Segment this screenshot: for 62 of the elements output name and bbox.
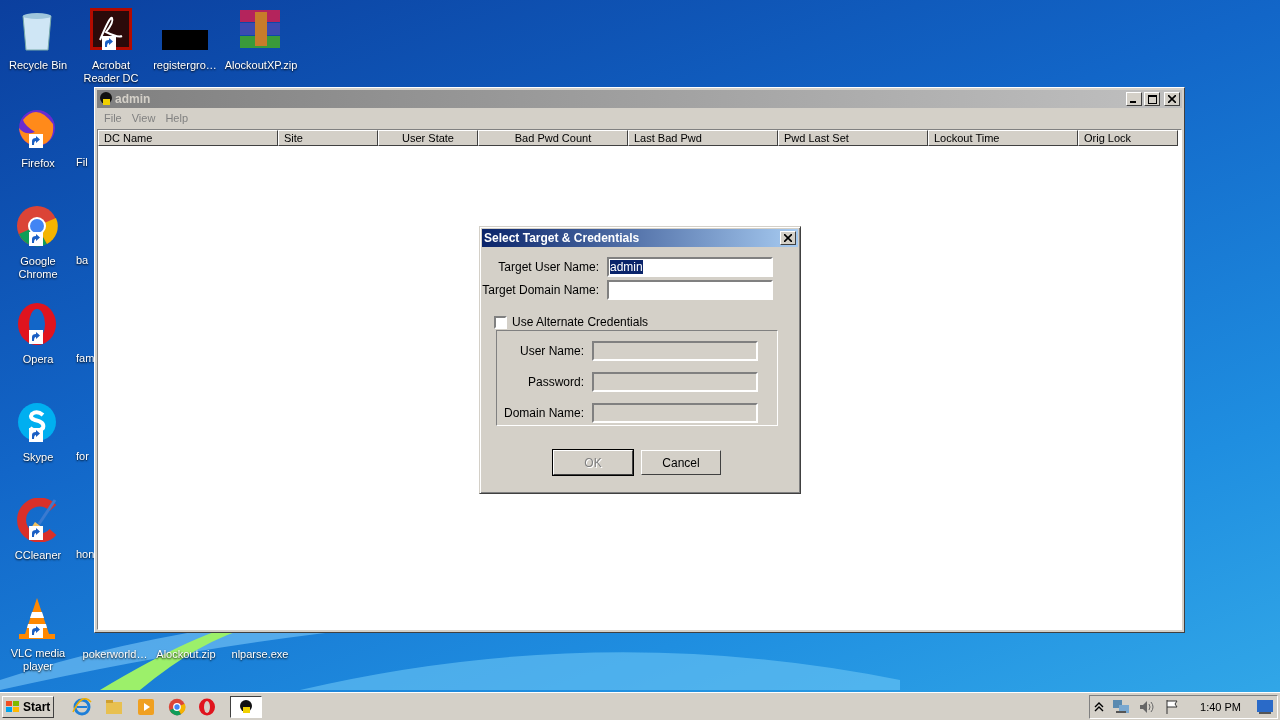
field-label: Domain Name: [503,405,584,420]
shortcut-arrow-icon [29,526,43,540]
icon-label[interactable]: fam [76,352,95,364]
icon-label[interactable]: Firefox [21,157,55,170]
column-header[interactable]: Site [278,130,378,146]
icon-label[interactable]: AlockoutXP.zip [224,59,298,72]
field-label: Target Domain Name: [482,282,599,297]
icon-label[interactable]: Google Chrome [0,255,76,281]
alternate-credentials-checkbox[interactable]: Use Alternate Credentials [494,315,798,329]
column-header[interactable]: Orig Lock [1078,130,1178,146]
padlock-avatar-icon [99,92,113,106]
icon-label[interactable]: for [76,450,89,462]
shortcut-arrow-icon [29,330,43,344]
chevron-up-icon[interactable] [1094,700,1105,713]
icon-label[interactable]: CCleaner [14,549,62,562]
browser-e-icon[interactable] [72,697,92,716]
show-desktop-icon[interactable] [1257,699,1273,714]
column-header[interactable]: DC Name [98,130,278,146]
field-label: Target User Name: [498,259,599,274]
icon-label[interactable]: Skype [22,451,54,464]
maximize-icon [1147,94,1157,104]
column-header[interactable]: User State [378,130,478,146]
column-header[interactable]: Bad Pwd Count [478,130,628,146]
dialog-title: Select Target & Credentials [484,231,641,245]
shortcut-arrow-icon [29,232,43,246]
close-icon [1168,95,1176,103]
column-header[interactable]: Last Bad Pwd [628,130,778,146]
shortcut-arrow-icon [29,134,43,148]
icon-label[interactable]: Recycle Bin [8,59,68,72]
text-field[interactable] [607,279,773,300]
flag-icon[interactable] [1164,698,1181,715]
icon-label[interactable]: Fil [76,156,88,168]
icon-label[interactable]: registergro… [153,59,217,72]
taskbar-app-button[interactable] [230,695,262,718]
letter-o-icon[interactable] [198,697,216,716]
windows-logo-icon [5,699,21,714]
clock[interactable]: 1:40 PM [1200,700,1241,713]
maximize-button[interactable] [1144,92,1160,106]
minimize-button[interactable] [1126,92,1142,106]
field-label: User Name: [520,343,584,358]
cancel-button[interactable]: Cancel [641,450,721,475]
column-header[interactable]: Lockout Time [928,130,1078,146]
shortcut-arrow-icon [29,428,43,442]
start-button[interactable]: Start [2,695,54,718]
shortcut-arrow-icon [102,36,116,50]
column-header[interactable]: Pwd Last Set [778,130,928,146]
icon-label[interactable]: Acrobat Reader DC [73,59,149,85]
shortcut-arrow-icon [29,624,43,638]
icon-label[interactable]: hon [76,548,95,560]
padlock-avatar-icon [239,699,253,714]
field-label: Password: [527,374,584,389]
icon-label[interactable]: VLC media player [0,647,76,673]
icon-label[interactable]: ba [76,254,89,266]
text-field[interactable]: admin [607,256,773,277]
close-button[interactable] [1164,92,1180,106]
close-button[interactable] [780,231,796,245]
close-icon [784,234,792,242]
icon-label[interactable]: Opera [22,353,54,366]
chrome-ball-icon[interactable] [168,697,186,716]
network-icon[interactable] [1112,698,1131,715]
window-title: admin [115,92,152,106]
icon-label[interactable]: nlparse.exe [224,648,296,660]
